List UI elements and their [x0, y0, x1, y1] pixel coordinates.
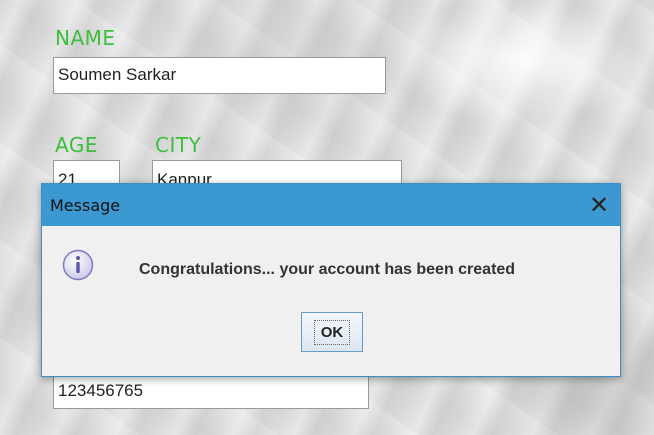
dialog-titlebar[interactable]: Message ✕	[42, 184, 620, 226]
close-icon: ✕	[588, 191, 610, 219]
info-icon	[62, 249, 94, 281]
dialog-title: Message	[50, 196, 121, 215]
name-label: NAME	[55, 26, 116, 50]
message-dialog: Message ✕ Congratulations... your accoun…	[41, 183, 621, 377]
city-label: CITY	[155, 133, 202, 157]
phone-input[interactable]: 123456765	[53, 375, 369, 409]
name-input[interactable]: Soumen Sarkar	[53, 57, 386, 94]
close-button[interactable]: ✕	[582, 188, 616, 222]
age-label: AGE	[55, 133, 98, 157]
dialog-message: Congratulations... your account has been…	[139, 261, 516, 278]
ok-button[interactable]: OK	[301, 312, 363, 352]
ok-button-label: OK	[313, 319, 351, 345]
